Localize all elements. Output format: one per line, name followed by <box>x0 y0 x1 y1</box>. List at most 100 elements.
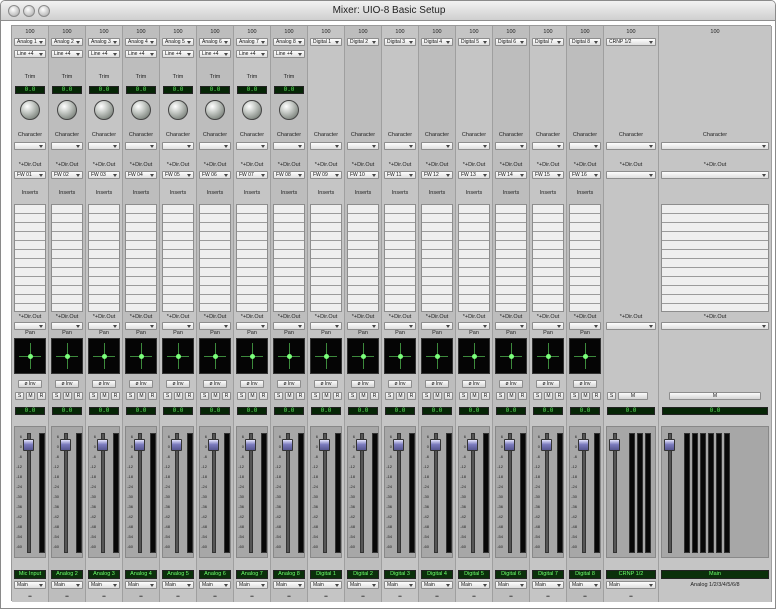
character-select[interactable] <box>310 142 342 150</box>
solo-button[interactable]: S <box>533 392 542 400</box>
output-select[interactable]: Main <box>495 581 527 589</box>
pan-pad[interactable] <box>162 338 194 374</box>
gain-select[interactable]: Line +4 <box>125 50 157 58</box>
record-button[interactable]: R <box>185 392 194 400</box>
output-select[interactable]: Main <box>532 581 564 589</box>
fader-handle[interactable] <box>393 439 404 451</box>
input-select[interactable]: Analog 5 <box>162 38 194 46</box>
inserts-list[interactable] <box>347 204 379 312</box>
phase-invert-button[interactable]: ø Inv <box>277 380 301 388</box>
phase-invert-button[interactable]: ø Inv <box>18 380 42 388</box>
channel-name[interactable]: Analog 7 <box>236 570 268 579</box>
record-button[interactable]: R <box>592 392 601 400</box>
post-out-select[interactable] <box>51 322 83 330</box>
solo-button[interactable]: S <box>126 392 135 400</box>
character-select[interactable] <box>125 142 157 150</box>
fader-handle[interactable] <box>319 439 330 451</box>
mute-button[interactable]: M <box>211 392 220 400</box>
direct-out-select[interactable]: FW 05 <box>162 171 194 179</box>
mute-button[interactable]: M <box>507 392 516 400</box>
phase-invert-button[interactable]: ø Inv <box>240 380 264 388</box>
trim-knob[interactable] <box>94 100 114 120</box>
trim-knob[interactable] <box>279 100 299 120</box>
output-select[interactable]: Main <box>569 581 601 589</box>
trim-knob[interactable] <box>242 100 262 120</box>
solo-button[interactable]: S <box>163 392 172 400</box>
channel-name[interactable]: Analog 2 <box>51 570 83 579</box>
inserts-list[interactable] <box>384 204 416 312</box>
input-select[interactable]: Digital 1 <box>310 38 342 46</box>
bus-name[interactable]: CRNP 1/2 <box>606 570 656 579</box>
mute-button[interactable]: M <box>137 392 146 400</box>
post-out-select[interactable] <box>310 322 342 330</box>
phase-invert-button[interactable]: ø Inv <box>536 380 560 388</box>
record-button[interactable]: R <box>111 392 120 400</box>
character-select[interactable] <box>606 142 656 150</box>
output-select[interactable]: Main <box>236 581 268 589</box>
pan-pad[interactable] <box>88 338 120 374</box>
phase-invert-button[interactable]: ø Inv <box>314 380 338 388</box>
channel-name[interactable]: Analog 3 <box>88 570 120 579</box>
record-button[interactable]: R <box>555 392 564 400</box>
fader-handle[interactable] <box>609 439 620 451</box>
pan-pad[interactable] <box>569 338 601 374</box>
fader-handle[interactable] <box>504 439 515 451</box>
inserts-list[interactable] <box>661 204 769 312</box>
solo-button[interactable]: S <box>52 392 61 400</box>
character-select[interactable] <box>14 142 46 150</box>
post-out-select[interactable] <box>384 322 416 330</box>
solo-button[interactable]: S <box>274 392 283 400</box>
channel-name[interactable]: Digital 5 <box>458 570 490 579</box>
solo-button[interactable]: S <box>459 392 468 400</box>
output-select[interactable]: Main <box>199 581 231 589</box>
direct-out-select[interactable] <box>606 171 656 179</box>
pan-pad[interactable] <box>199 338 231 374</box>
mute-button[interactable]: M <box>396 392 405 400</box>
phase-invert-button[interactable]: ø Inv <box>129 380 153 388</box>
channel-name[interactable]: Digital 2 <box>347 570 379 579</box>
record-button[interactable]: R <box>518 392 527 400</box>
mute-button[interactable]: M <box>618 392 648 400</box>
master-name[interactable]: Main <box>661 570 769 579</box>
phase-invert-button[interactable]: ø Inv <box>92 380 116 388</box>
record-button[interactable]: R <box>444 392 453 400</box>
character-select[interactable] <box>384 142 416 150</box>
character-select[interactable] <box>569 142 601 150</box>
input-select[interactable]: Digital 2 <box>347 38 379 46</box>
mute-button[interactable]: M <box>359 392 368 400</box>
inserts-list[interactable] <box>162 204 194 312</box>
record-button[interactable]: R <box>407 392 416 400</box>
input-select[interactable]: Digital 8 <box>569 38 601 46</box>
record-button[interactable]: R <box>259 392 268 400</box>
solo-button[interactable]: S <box>15 392 24 400</box>
gain-select[interactable]: Line +4 <box>14 50 46 58</box>
fader-handle[interactable] <box>171 439 182 451</box>
solo-button[interactable]: S <box>570 392 579 400</box>
post-out-select[interactable] <box>199 322 231 330</box>
mute-button[interactable]: M <box>174 392 183 400</box>
solo-button[interactable]: S <box>385 392 394 400</box>
gain-select[interactable]: Line +4 <box>273 50 305 58</box>
pan-pad[interactable] <box>347 338 379 374</box>
solo-button[interactable]: S <box>496 392 505 400</box>
trim-knob[interactable] <box>20 100 40 120</box>
channel-name[interactable]: Digital 7 <box>532 570 564 579</box>
trim-knob[interactable] <box>168 100 188 120</box>
output-select[interactable]: Main <box>310 581 342 589</box>
solo-button[interactable]: S <box>422 392 431 400</box>
post-out-select[interactable] <box>273 322 305 330</box>
record-button[interactable]: R <box>370 392 379 400</box>
mute-button[interactable]: M <box>285 392 294 400</box>
output-select[interactable]: Main <box>14 581 46 589</box>
direct-out-select[interactable]: FW 11 <box>384 171 416 179</box>
output-select[interactable]: Main <box>606 581 656 589</box>
gain-select[interactable]: Line +4 <box>88 50 120 58</box>
output-select[interactable]: Main <box>458 581 490 589</box>
trim-knob[interactable] <box>57 100 77 120</box>
solo-button[interactable]: S <box>607 392 616 400</box>
inserts-list[interactable] <box>88 204 120 312</box>
fader-handle[interactable] <box>208 439 219 451</box>
solo-button[interactable]: S <box>311 392 320 400</box>
gain-select[interactable]: Line +4 <box>162 50 194 58</box>
solo-button[interactable]: S <box>89 392 98 400</box>
